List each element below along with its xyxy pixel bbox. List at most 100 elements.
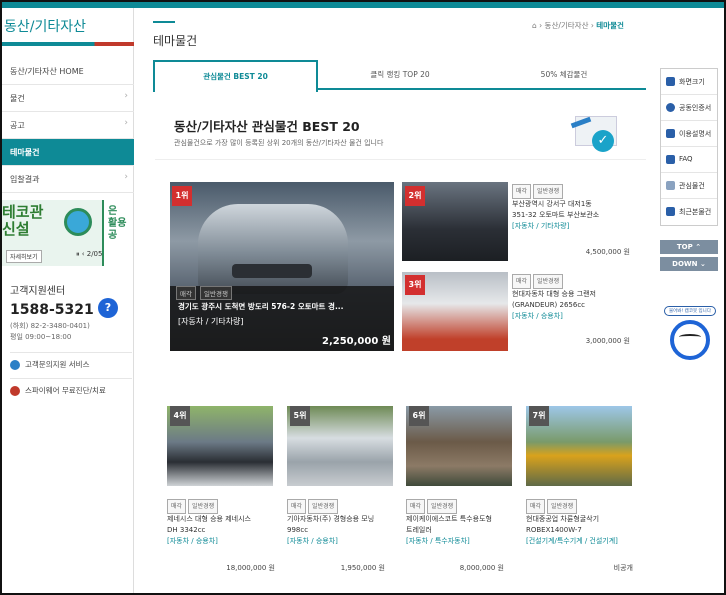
top-button[interactable]: TOP ⌃ xyxy=(660,240,718,254)
chatbot-mascot-icon xyxy=(670,320,710,360)
section-heading: 동산/기타자산 관심물건 BEST 20 xyxy=(174,119,360,134)
quick-item-faq[interactable]: FAQ xyxy=(661,147,717,173)
rank-badge: 5위 xyxy=(290,406,310,426)
sidebar-item-label: 동산/기타자산 HOME xyxy=(10,67,84,76)
title-accent xyxy=(153,21,175,23)
item-price: 18,000,000 원 xyxy=(226,564,275,572)
tab-interest-best[interactable]: 관심물건 BEST 20 xyxy=(153,60,318,92)
method-badge: 일반경쟁 xyxy=(533,184,564,199)
list-item[interactable]: 매각 일반경쟁 제이케이에스코트 특수용도형 트레일러 [자동차 / 특수자동차] xyxy=(406,499,524,547)
down-button[interactable]: DOWN ⌄ xyxy=(660,257,718,271)
breadcrumb: ⌂ › 동산/기타자산 › 테마물건 xyxy=(532,21,624,30)
spyware-link[interactable]: 스파이웨어 무료진단/치료 xyxy=(10,378,132,396)
tab-click-ranking[interactable]: 클릭 랭킹 TOP 20 xyxy=(318,60,482,90)
chatbot-bubble: 물어봐! 캠코봇 입니다 xyxy=(664,306,716,316)
car-grill xyxy=(232,264,312,278)
chatbot-button[interactable]: 물어봐! 캠코봇 입니다 xyxy=(664,306,716,364)
page-title: 테마물건 xyxy=(153,34,198,48)
breadcrumb-mid[interactable]: 동산/기타자산 xyxy=(545,21,589,30)
promo-banner[interactable]: 테코관 신설 은 활용 공 자세히보기 ⏸ ‹ 2/05 xyxy=(2,200,132,266)
quick-item-screen-size[interactable]: 화면크기 xyxy=(661,69,717,95)
sidebar-item-home[interactable]: 동산/기타자산 HOME xyxy=(2,58,134,85)
chevron-right-icon: › xyxy=(124,118,128,128)
method-badge: 일반경쟁 xyxy=(533,274,564,289)
featured-price: 2,250,000 원 xyxy=(322,336,391,347)
item-title-2: 998cc xyxy=(287,526,309,534)
sidebar-title-underline xyxy=(2,42,134,46)
item-title-2: 351-32 오토마트 부산보관소 xyxy=(512,211,600,219)
status-badge: 매각 xyxy=(287,499,307,514)
item-category: [자동차 / 승용차] xyxy=(512,312,563,320)
featured-title: 경기도 광주시 도척면 방도리 576-2 오토마트 경... xyxy=(178,302,344,311)
item-price: 3,000,000 원 xyxy=(585,337,630,345)
list-item[interactable]: 매각 일반경쟁 현대자동차 대형 승용 그랜저 (GRANDEUR) 2656cc… xyxy=(512,274,636,322)
mascot-eyes xyxy=(679,334,701,340)
breadcrumb-current: 테마물건 xyxy=(596,21,624,30)
banner-controls[interactable]: ⏸ ‹ 2/05 xyxy=(76,250,102,259)
featured-category: [자동차 / 기타차량] xyxy=(178,317,244,326)
screen-size-icon xyxy=(666,77,675,86)
list-item[interactable]: 매각 일반경쟁 현대중공업 차륜형굴삭기 ROBEX1400W-7 [건설기계/특… xyxy=(526,499,646,547)
chevron-right-icon: › xyxy=(124,91,128,101)
item-title: 현대중공업 차륜형굴삭기 xyxy=(526,515,600,523)
quick-item-certificate[interactable]: 공동인증서 xyxy=(661,95,717,121)
list-item[interactable]: 매각 일반경쟁 부산광역시 강서구 대저1동 351-32 오토마트 부산보관소 … xyxy=(512,184,636,232)
item-title-2: (GRANDEUR) 2656cc xyxy=(512,301,586,309)
method-badge: 일반경쟁 xyxy=(308,499,339,514)
section-header: 동산/기타자산 관심물건 BEST 20 관심물건으로 가장 많이 등록된 상위… xyxy=(155,104,646,160)
item-category: [자동차 / 승용차] xyxy=(167,537,218,545)
banner-side-text: 은 활용 공 xyxy=(102,200,132,266)
item-title-2: DH 3342cc xyxy=(167,526,206,534)
tab-half-price[interactable]: 50% 체감물건 xyxy=(482,60,646,90)
question-icon: ? xyxy=(98,298,118,318)
sidebar-item-goods[interactable]: 물건 › xyxy=(2,85,134,112)
status-badge: 매각 xyxy=(512,274,532,289)
sidebar-item-theme[interactable]: 테마물건 xyxy=(2,139,134,166)
item-title: 제이케이에스코트 특수용도형 xyxy=(406,515,492,523)
method-badge: 일반경쟁 xyxy=(427,499,458,514)
manual-icon xyxy=(666,129,675,138)
sidebar-item-label: 공고 xyxy=(10,121,25,130)
item-category: [건설기계/특수기계 / 건설기계] xyxy=(526,537,618,545)
item-price: 비공개 xyxy=(613,564,633,572)
banner-detail-button[interactable]: 자세히보기 xyxy=(6,250,42,263)
list-item[interactable]: 매각 일반경쟁 제네시스 대형 승용 제네시스 DH 3342cc [자동차 / … xyxy=(167,499,285,547)
remote-support-link[interactable]: 고객문의지원 서비스 xyxy=(10,352,132,370)
check-icon: ✓ xyxy=(592,130,614,152)
home-icon[interactable]: ⌂ xyxy=(532,21,537,30)
certificate-icon xyxy=(666,103,675,112)
quick-item-manual[interactable]: 이용설명서 xyxy=(661,121,717,147)
shield-icon xyxy=(10,386,20,396)
recent-icon xyxy=(666,207,675,216)
item-title-2: 트레일러 xyxy=(406,526,432,534)
sidebar-item-label: 물건 xyxy=(10,94,25,103)
status-badge: 매각 xyxy=(512,184,532,199)
item-title-2: ROBEX1400W-7 xyxy=(526,526,582,534)
customer-support: 고객지원센터 1588-5321 (하회) 82-2-3480-0401) 평일 … xyxy=(10,282,130,343)
rank-badge: 6위 xyxy=(409,406,429,426)
rank-badge: 1위 xyxy=(172,186,192,206)
item-category: [자동차 / 특수자동차] xyxy=(406,537,470,545)
quick-item-interest[interactable]: 관심물건 xyxy=(661,173,717,199)
item-category: [자동차 / 승용차] xyxy=(287,537,338,545)
item-title: 기아자동차(주) 경형승용 모닝 xyxy=(287,515,375,523)
heart-icon xyxy=(666,181,675,190)
rank-badge: 7위 xyxy=(529,406,549,426)
car-photo xyxy=(198,204,348,294)
item-category: [자동차 / 기타차량] xyxy=(512,222,570,230)
status-badge: 매각 xyxy=(406,499,426,514)
sidebar-item-results[interactable]: 입찰결과 › xyxy=(2,166,134,193)
status-badge: 매각 xyxy=(526,499,546,514)
rank-badge: 4위 xyxy=(170,406,190,426)
quick-item-recent[interactable]: 최근본물건 xyxy=(661,199,717,225)
rank-badge: 2위 xyxy=(405,186,425,206)
theme-tabs: 관심물건 BEST 20 클릭 랭킹 TOP 20 50% 체감물건 xyxy=(153,60,646,92)
list-item[interactable]: 매각 일반경쟁 기아자동차(주) 경형승용 모닝 998cc [자동차 / 승용차… xyxy=(287,499,405,547)
sidebar-menu: 동산/기타자산 HOME 물건 › 공고 › 테마물건 입찰결과 › xyxy=(2,58,134,193)
chevron-right-icon: › xyxy=(124,172,128,182)
support-hours: (하회) 82-2-3480-0401) 평일 09:00~18:00 xyxy=(10,322,90,341)
sidebar-title: 동산/기타자산 xyxy=(4,19,86,35)
featured-item[interactable]: 매각 일반경쟁 경기도 광주시 도척면 방도리 576-2 오토마트 경... … xyxy=(170,182,394,351)
globe-icon xyxy=(64,208,92,236)
sidebar-item-notice[interactable]: 공고 › xyxy=(2,112,134,139)
